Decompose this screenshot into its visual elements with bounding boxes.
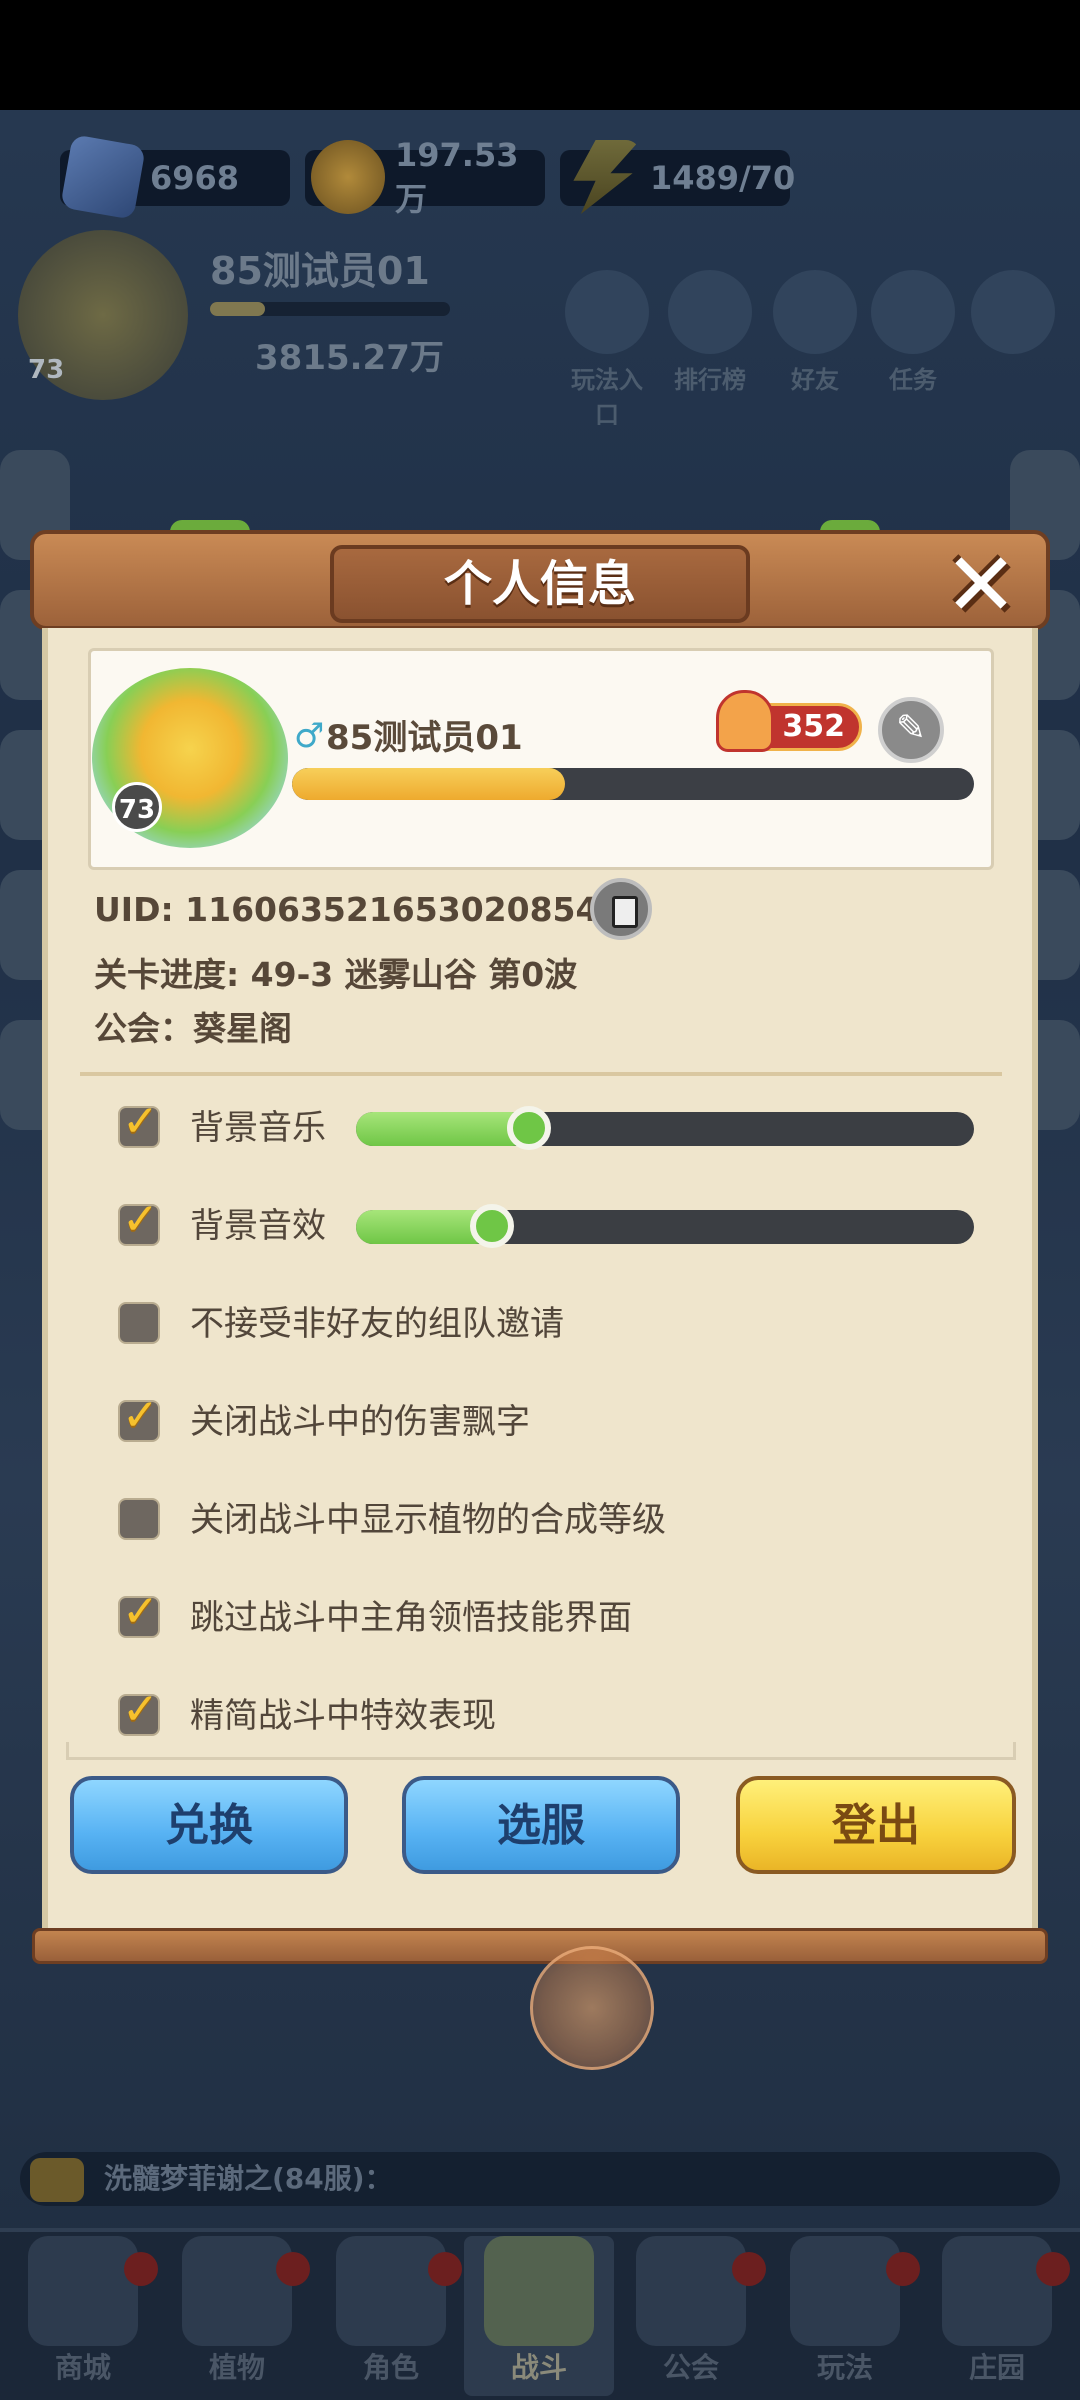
bgm-volume-slider[interactable] xyxy=(356,1106,974,1150)
chat-icon xyxy=(30,2158,84,2202)
crossed-swords-icon xyxy=(484,2236,594,2346)
sfx-volume-slider[interactable] xyxy=(356,1204,974,1248)
hud-xp-bar xyxy=(210,302,450,316)
player-name: 85测试员01 xyxy=(326,718,523,758)
player-xp-bar xyxy=(292,768,974,800)
shop-icon xyxy=(28,2236,138,2346)
manor-icon xyxy=(942,2236,1052,2346)
section-divider xyxy=(80,1072,1002,1076)
reject-invites-checkbox[interactable] xyxy=(118,1302,160,1344)
slider-knob[interactable] xyxy=(507,1106,552,1150)
player-level-badge: 73 xyxy=(112,782,162,832)
notification-dot xyxy=(886,2252,920,2286)
skip-skill-screen-checkbox[interactable] xyxy=(118,1586,160,1638)
status-bar xyxy=(0,0,1080,110)
friends-button[interactable]: 好友 xyxy=(770,270,860,395)
bgm-checkbox[interactable] xyxy=(118,1096,160,1148)
option-label: 不接受非好友的组队邀请 xyxy=(190,1304,564,1344)
more-button[interactable] xyxy=(968,270,1058,360)
stage-progress-text: 关卡进度: 49-3 迷雾山谷 第0波 xyxy=(94,955,578,994)
hide-damage-text-checkbox[interactable] xyxy=(118,1390,160,1442)
hide-merge-level-checkbox[interactable] xyxy=(118,1498,160,1540)
option-label: 关闭战斗中的伤害飘字 xyxy=(190,1402,530,1442)
close-button[interactable]: ✕ xyxy=(940,541,1022,629)
gamepad-icon xyxy=(565,270,649,354)
slider-knob[interactable] xyxy=(469,1204,514,1248)
notification-dot xyxy=(124,2252,158,2286)
gameplay-icon xyxy=(790,2236,900,2346)
gameplay-entry-button[interactable]: 玩法入口 xyxy=(562,270,652,430)
bar-chart-icon xyxy=(668,270,752,354)
tasks-button[interactable]: 任务 xyxy=(868,270,958,395)
select-server-button[interactable]: 选服 xyxy=(402,1776,680,1874)
player-xp-fill xyxy=(292,768,565,800)
notification-dot xyxy=(428,2252,462,2286)
energy-counter[interactable]: 1489/70 xyxy=(560,140,795,214)
option-label: 跳过战斗中主角领悟技能界面 xyxy=(190,1598,632,1638)
checklist-icon xyxy=(871,270,955,354)
energy-count: 1489/70 xyxy=(650,159,796,197)
friend-icon xyxy=(773,270,857,354)
gem-counter[interactable]: 6968 xyxy=(60,134,290,220)
hud-player-name: 85测试员01 xyxy=(210,249,430,293)
gold-count: 197.53万 xyxy=(395,136,519,218)
option-label: 关闭战斗中显示植物的合成等级 xyxy=(190,1500,666,1540)
uid-text: UID: 1160635216530208545 xyxy=(94,890,622,929)
hud-level: 73 xyxy=(28,355,65,385)
touch-indicator xyxy=(530,1946,654,2070)
notification-dot xyxy=(276,2252,310,2286)
chat-bar[interactable]: 洗髓梦菲谢之(84服)： xyxy=(20,2152,1060,2206)
male-gender-icon: ♂ xyxy=(294,716,325,756)
guild-hall-icon xyxy=(636,2236,746,2346)
character-icon xyxy=(336,2236,446,2346)
gem-count: 6968 xyxy=(150,159,240,197)
nav-battle[interactable]: 战斗 xyxy=(464,2236,614,2396)
slider-fill xyxy=(356,1112,530,1146)
option-label: 背景音乐 xyxy=(190,1108,326,1148)
simplify-effects-checkbox[interactable] xyxy=(118,1684,160,1736)
copy-uid-button[interactable] xyxy=(590,878,652,940)
notification-dot xyxy=(732,2252,766,2286)
plant-icon xyxy=(182,2236,292,2346)
edit-profile-button[interactable]: ✎ xyxy=(878,697,944,763)
leaderboard-button[interactable]: 排行榜 xyxy=(665,270,755,395)
panel-footer xyxy=(32,1928,1048,1964)
gold-counter[interactable]: 197.53万 xyxy=(305,136,545,218)
logout-button[interactable]: 登出 xyxy=(736,1776,1016,1874)
gem-icon xyxy=(60,134,146,220)
guild-text: 公会：葵星阁 xyxy=(94,1009,292,1048)
option-label: 背景音效 xyxy=(190,1206,326,1246)
panel-title: 个人信息 xyxy=(330,545,750,623)
notification-dot xyxy=(1036,2252,1070,2286)
exchange-button[interactable]: 兑换 xyxy=(70,1776,348,1874)
gold-coin-icon xyxy=(311,140,385,214)
lightning-icon xyxy=(573,140,640,214)
dpad-icon xyxy=(971,270,1055,354)
options-frame xyxy=(66,1742,1016,1760)
hud-power: 3815.27万 xyxy=(255,338,444,378)
option-label: 精简战斗中特效表现 xyxy=(190,1696,496,1736)
thumbs-up-icon xyxy=(716,690,774,752)
sfx-checkbox[interactable] xyxy=(118,1194,160,1246)
